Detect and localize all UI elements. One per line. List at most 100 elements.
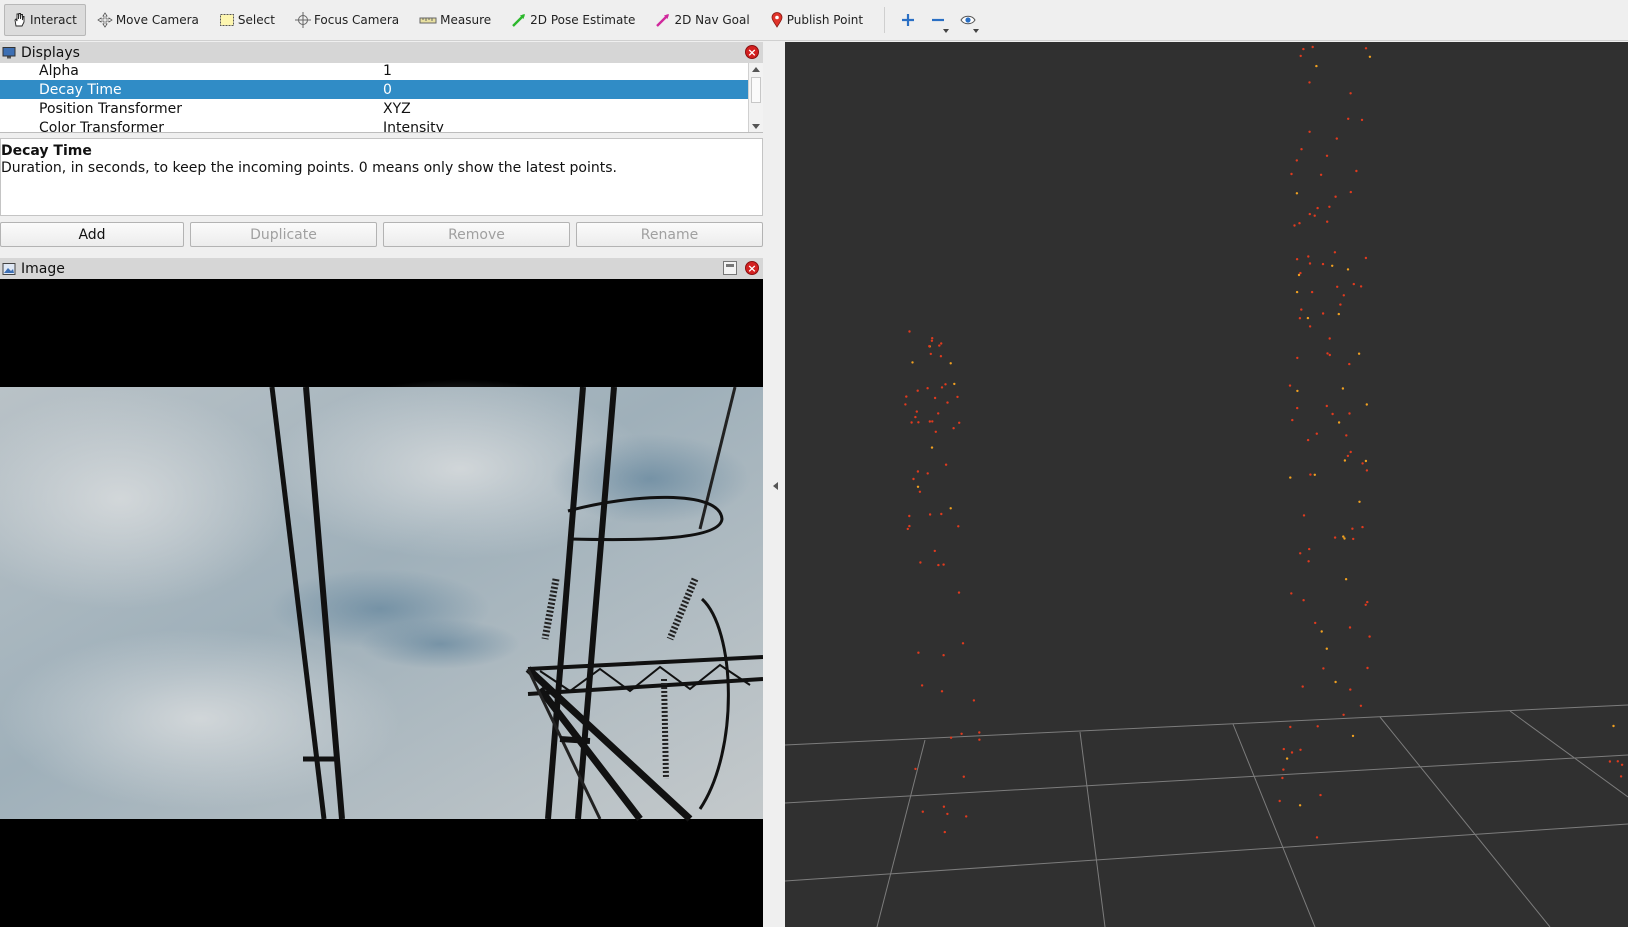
- point: [1314, 621, 1317, 625]
- point: [944, 463, 948, 466]
- point: [1301, 685, 1304, 688]
- point: [1325, 154, 1329, 157]
- point: [962, 775, 965, 778]
- point: [1319, 173, 1323, 176]
- point: [1315, 64, 1318, 68]
- point: [1357, 352, 1361, 355]
- monitor-icon: [2, 46, 16, 58]
- focus-camera-tool-button[interactable]: Focus Camera: [288, 4, 408, 36]
- add-tool-button[interactable]: [893, 4, 923, 36]
- property-tree: Alpha 1 Decay Time 0 Position Transforme…: [0, 63, 763, 133]
- dock-splitter[interactable]: [763, 42, 785, 927]
- measure-label: Measure: [440, 13, 492, 27]
- eye-icon: [960, 15, 976, 25]
- point: [940, 690, 944, 693]
- point: [915, 410, 918, 413]
- point: [1308, 325, 1312, 328]
- point: [1282, 768, 1285, 771]
- rename-button[interactable]: Rename: [576, 222, 763, 247]
- displays-panel-title: Displays: [21, 44, 80, 61]
- scrollbar-thumb[interactable]: [751, 77, 761, 103]
- close-icon[interactable]: [745, 261, 759, 275]
- point: [1299, 748, 1302, 751]
- point: [1348, 626, 1352, 629]
- pose-estimate-tool-button[interactable]: 2D Pose Estimate: [504, 4, 644, 36]
- measure-tool-button[interactable]: Measure: [412, 4, 500, 36]
- point: [972, 699, 976, 702]
- property-row-position-transformer[interactable]: Position Transformer XYZ: [0, 99, 748, 118]
- select-tool-button[interactable]: Select: [212, 4, 284, 36]
- point: [1361, 462, 1364, 465]
- add-button[interactable]: Add: [0, 222, 184, 247]
- property-value[interactable]: 0: [383, 82, 392, 98]
- 3d-render-view[interactable]: [785, 42, 1628, 927]
- toolbar-separator: [884, 7, 886, 33]
- property-value[interactable]: Intensity: [383, 120, 444, 133]
- point: [938, 344, 941, 347]
- point: [1360, 118, 1364, 122]
- point: [1346, 454, 1350, 458]
- left-dock: Displays Alpha 1 Decay Time 0 Position T…: [0, 42, 763, 927]
- point: [919, 561, 922, 564]
- point: [1289, 476, 1292, 479]
- point: [912, 477, 915, 481]
- point: [1348, 412, 1351, 415]
- point: [1368, 635, 1371, 638]
- minus-icon: [932, 18, 945, 22]
- move-camera-tool-button[interactable]: Move Camera: [90, 4, 208, 36]
- point: [1351, 527, 1354, 530]
- point: [1316, 206, 1319, 210]
- scroll-up-icon[interactable]: [752, 67, 760, 72]
- camera-image-view[interactable]: [0, 279, 763, 927]
- point: [917, 651, 920, 654]
- point: [1281, 776, 1284, 780]
- publish-point-tool-button[interactable]: Publish Point: [763, 4, 872, 36]
- nav-goal-tool-button[interactable]: 2D Nav Goal: [648, 4, 758, 36]
- duplicate-button[interactable]: Duplicate: [190, 222, 377, 247]
- property-value[interactable]: XYZ: [383, 101, 411, 117]
- property-row-alpha[interactable]: Alpha 1: [0, 63, 748, 80]
- point: [1306, 438, 1310, 442]
- remove-button[interactable]: Remove: [383, 222, 570, 247]
- point: [1364, 603, 1367, 606]
- collapse-arrow-icon[interactable]: [773, 482, 778, 490]
- point: [1295, 159, 1298, 162]
- move-camera-label: Move Camera: [115, 13, 199, 27]
- point: [1278, 799, 1281, 803]
- property-row-decay-time[interactable]: Decay Time 0: [0, 80, 748, 99]
- point: [1328, 337, 1331, 340]
- point: [1295, 192, 1299, 195]
- point: [1366, 666, 1369, 670]
- point: [1307, 560, 1310, 563]
- point: [956, 395, 959, 399]
- point: [1308, 547, 1311, 551]
- chevron-down-icon: [943, 29, 950, 33]
- property-description: Decay Time Duration, in seconds, to keep…: [0, 138, 763, 216]
- property-row-color-transformer[interactable]: Color Transformer Intensity: [0, 118, 748, 133]
- focus-camera-label: Focus Camera: [313, 13, 400, 27]
- point: [1349, 450, 1352, 454]
- close-icon[interactable]: [745, 45, 759, 59]
- point: [1328, 205, 1331, 208]
- panels-visibility-button[interactable]: [953, 4, 983, 36]
- point: [1344, 578, 1348, 581]
- camera-image: [0, 279, 763, 927]
- publish-point-label: Publish Point: [786, 13, 864, 27]
- property-key: Decay Time: [39, 81, 122, 98]
- property-value[interactable]: 1: [383, 63, 392, 79]
- point: [1311, 45, 1314, 49]
- point: [1352, 282, 1355, 286]
- move-camera-icon: [97, 12, 113, 28]
- point: [965, 815, 968, 818]
- interact-tool-button[interactable]: Interact: [4, 4, 86, 36]
- remove-tool-button[interactable]: [923, 4, 953, 36]
- toolbar: Interact Move Camera Select Focus Camera…: [0, 0, 1628, 41]
- undock-icon[interactable]: [723, 261, 737, 275]
- scroll-down-icon[interactable]: [752, 124, 760, 129]
- point: [958, 421, 961, 424]
- description-title: Decay Time: [1, 143, 92, 159]
- property-scrollbar[interactable]: [748, 63, 763, 132]
- point: [929, 352, 932, 356]
- point: [1347, 117, 1350, 121]
- point: [1299, 271, 1302, 275]
